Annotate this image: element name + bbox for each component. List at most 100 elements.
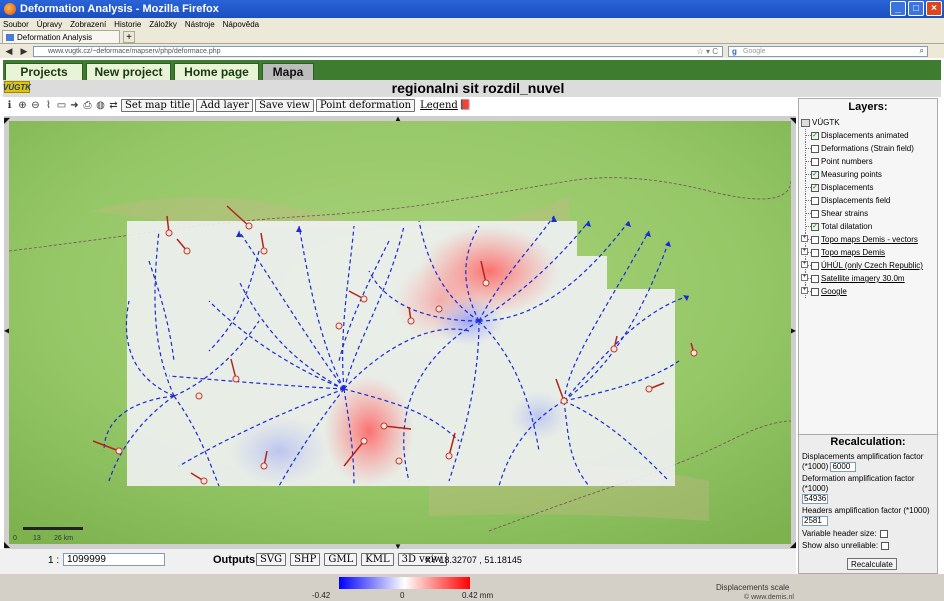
layer-checkbox[interactable]: ✓ (811, 131, 819, 140)
legend-link[interactable]: Legend (420, 100, 458, 111)
layer-root-label: VÚGTK (812, 118, 840, 127)
variable-header-checkbox[interactable] (879, 529, 888, 538)
colorbar-mid-label: 0 (400, 591, 405, 600)
search-icon[interactable]: ⌕ (920, 46, 924, 56)
url-bar[interactable]: www.vugtk.cz/~deformace/mapserv/php/defo… (33, 45, 723, 57)
layer-item[interactable]: Point numbers (805, 155, 923, 168)
print-icon[interactable]: ⎙ (82, 100, 93, 111)
layer-tree: VÚGTK ✓ Displacements animated Deformation… (801, 118, 923, 298)
info-icon[interactable]: ℹ (4, 100, 15, 111)
point-deformation-button[interactable]: Point deformation (315, 99, 416, 112)
layer-item[interactable]: ✓ Measuring points (805, 168, 923, 181)
save-view-button[interactable]: Save view (255, 99, 314, 112)
layer-checkbox[interactable]: ✓ (811, 222, 819, 231)
layer-label: Displacements field (821, 196, 891, 205)
layer-label[interactable]: Topo maps Demis (821, 248, 885, 257)
recalculate-button[interactable]: Recalculate (847, 558, 897, 570)
gml-output-button[interactable]: GML (324, 553, 358, 566)
layer-item[interactable]: + Topo maps Demis (801, 246, 923, 259)
tree-line (805, 200, 811, 201)
tab-projects[interactable]: Projects (5, 63, 83, 80)
layer-item[interactable]: + ÚHÚL (only Czech Republic) (801, 259, 923, 272)
layer-item[interactable]: ✓ Total dilatation (805, 220, 923, 233)
layer-checkbox[interactable]: ✓ (811, 170, 819, 179)
headers-factor-input[interactable]: 2581 (802, 516, 828, 526)
kml-output-button[interactable]: KML (361, 553, 394, 566)
forward-icon[interactable]: ▶ (18, 46, 30, 57)
book-icon[interactable]: 📕 (459, 100, 471, 111)
layer-checkbox[interactable] (811, 209, 819, 218)
new-tab-button[interactable]: + (123, 31, 135, 43)
layer-tree-root[interactable]: VÚGTK (801, 118, 923, 127)
scale-input[interactable]: 1099999 (63, 553, 165, 566)
layer-checkbox[interactable] (811, 274, 819, 283)
tab-home-page[interactable]: Home page (174, 63, 259, 80)
expand-icon[interactable]: + (801, 261, 808, 268)
menu-soubor[interactable]: Soubor (3, 20, 29, 29)
layer-checkbox[interactable] (811, 144, 819, 153)
map-status-bar: 1 : 1099999 Outputs: SVG SHP GML KML 3D … (0, 549, 796, 574)
close-icon[interactable]: × (926, 1, 942, 16)
disp-factor-input[interactable]: 6000 (830, 462, 857, 472)
layer-checkbox[interactable] (811, 287, 819, 296)
layer-label[interactable]: Google (821, 287, 847, 296)
refresh-icon[interactable]: ⇄ (108, 100, 119, 111)
tab-new-project[interactable]: New project (86, 63, 171, 80)
profile-icon[interactable]: ⌇ (43, 100, 54, 111)
layer-item[interactable]: ✓ Displacements animated (805, 129, 923, 142)
layer-item[interactable]: + Google (801, 285, 923, 298)
expand-icon[interactable]: + (801, 235, 808, 242)
measure-icon[interactable]: ▭ (56, 100, 67, 111)
layer-item[interactable]: ✓ Displacements (805, 181, 923, 194)
layer-checkbox[interactable] (811, 261, 819, 270)
layer-label: Point numbers (821, 157, 873, 166)
svg-output-button[interactable]: SVG (256, 553, 287, 566)
layer-checkbox[interactable] (811, 235, 819, 244)
zoom-in-icon[interactable]: ⊕ (17, 100, 28, 111)
menu-upravy[interactable]: Úpravy (37, 20, 62, 29)
output-buttons: SVG SHP GML KML 3D veiw (256, 553, 447, 566)
layer-item[interactable]: + Topo maps Demis - vectors (801, 233, 923, 246)
layer-item[interactable]: Displacements field (805, 194, 923, 207)
layer-item[interactable]: Shear strains (805, 207, 923, 220)
menu-napoveda[interactable]: Nápověda (223, 20, 259, 29)
layer-label[interactable]: Topo maps Demis - vectors (821, 235, 918, 244)
add-layer-button[interactable]: Add layer (196, 99, 254, 112)
browser-tab[interactable]: Deformation Analysis (2, 30, 120, 43)
folder-icon (801, 118, 810, 127)
search-input[interactable]: g Google ⌕ (728, 45, 928, 57)
menu-nastroje[interactable]: Nástroje (185, 20, 215, 29)
layer-item[interactable]: + Satellite imagery 30.0m (801, 272, 923, 285)
def-factor-input[interactable]: 54936 (802, 494, 828, 504)
tree-line (805, 187, 811, 188)
expand-icon[interactable]: + (801, 248, 808, 255)
minimize-icon[interactable]: _ (890, 1, 906, 16)
layer-label: Deformations (Strain field) (821, 144, 914, 153)
layer-checkbox[interactable] (811, 157, 819, 166)
menu-zalozky[interactable]: Záložky (149, 20, 177, 29)
tab-mapa[interactable]: Mapa (262, 63, 314, 80)
back-icon[interactable]: ◀ (3, 46, 15, 57)
expand-icon[interactable]: + (801, 274, 808, 281)
zoom-out-icon[interactable]: ⊖ (30, 100, 41, 111)
globe-icon[interactable]: ◍ (95, 100, 106, 111)
tree-line (805, 161, 811, 162)
map-scale-bar (23, 527, 83, 530)
set-map-title-button[interactable]: Set map title (121, 99, 195, 112)
layer-label[interactable]: ÚHÚL (only Czech Republic) (821, 261, 923, 270)
maximize-icon[interactable]: □ (908, 1, 924, 16)
dilatation-colorbar (339, 577, 470, 589)
menu-zobrazeni[interactable]: Zobrazení (70, 20, 106, 29)
layer-checkbox[interactable]: ✓ (811, 183, 819, 192)
layer-checkbox[interactable] (811, 248, 819, 257)
menu-historie[interactable]: Historie (114, 20, 141, 29)
layer-item[interactable]: Deformations (Strain field) (805, 142, 923, 155)
layer-checkbox[interactable] (811, 196, 819, 205)
expand-icon[interactable]: + (801, 287, 808, 294)
bookmark-star-icon[interactable]: ☆ ▾ C (697, 47, 718, 56)
deformation-map[interactable]: 0 13 26 km (9, 121, 791, 544)
shp-output-button[interactable]: SHP (290, 553, 321, 566)
layer-label[interactable]: Satellite imagery 30.0m (821, 274, 905, 283)
pan-back-icon[interactable]: ➜ (69, 100, 80, 111)
show-unreliable-checkbox[interactable] (881, 541, 890, 550)
